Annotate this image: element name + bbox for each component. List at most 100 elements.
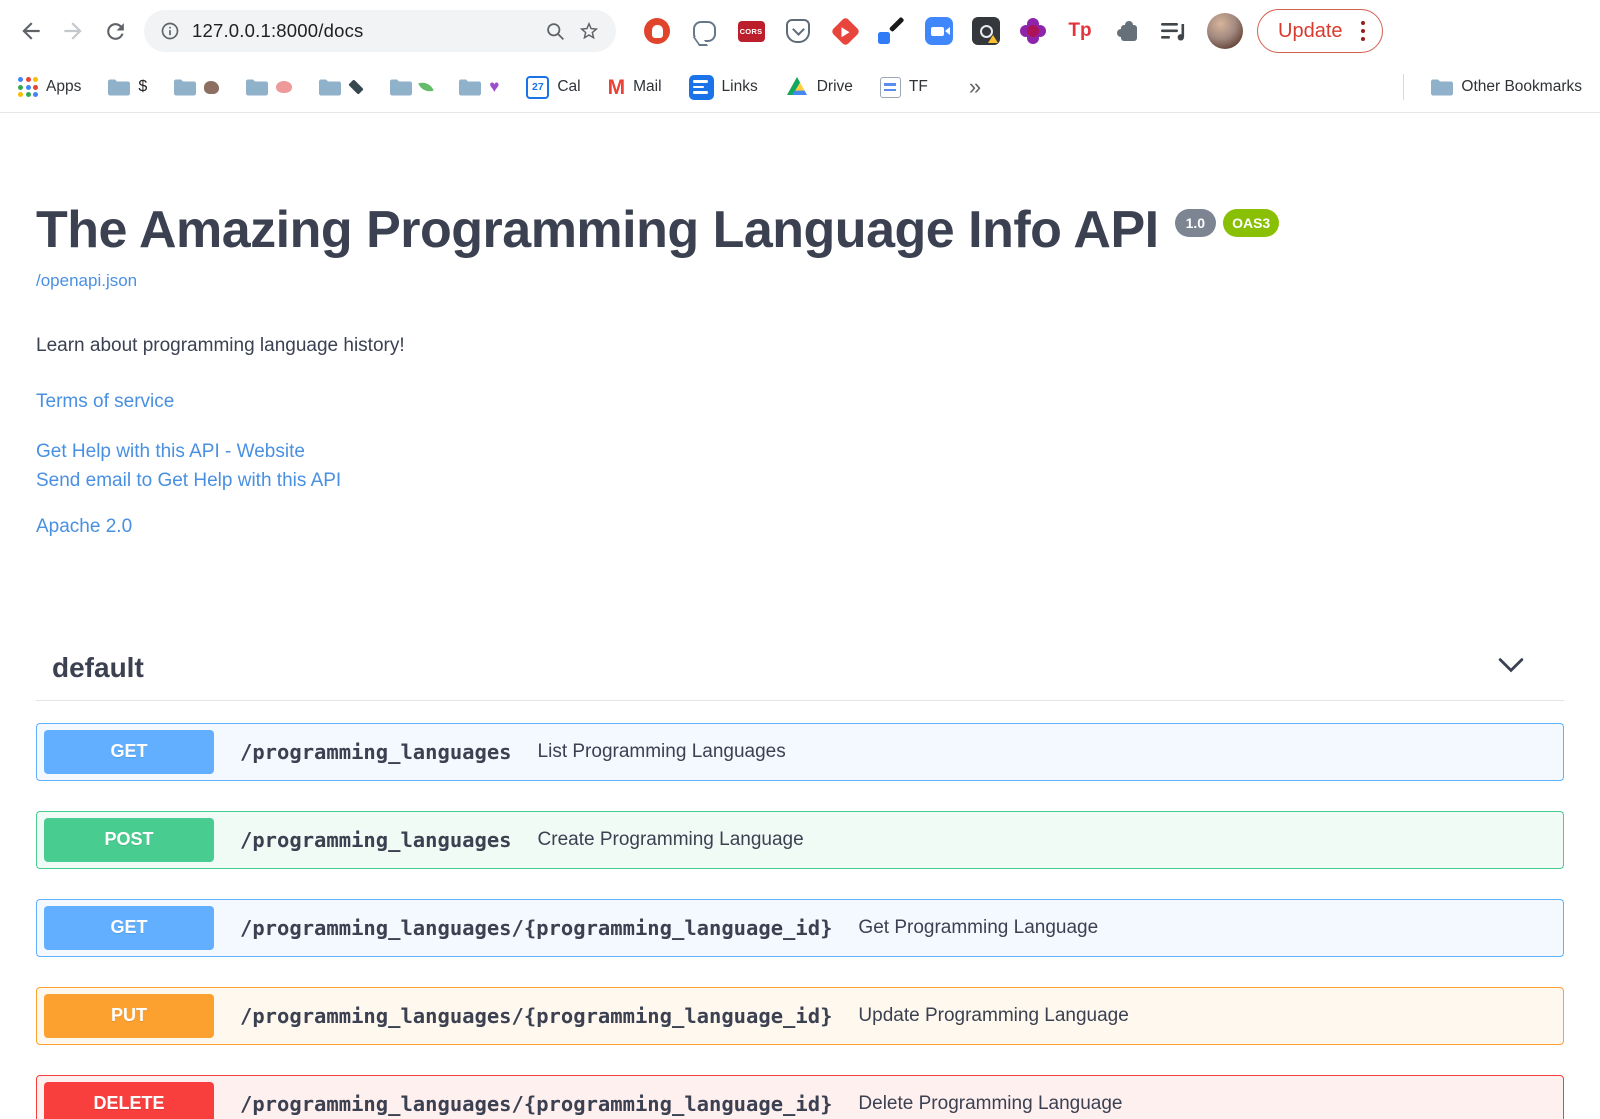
bookmark-label: Mail	[633, 78, 662, 95]
browser-menu-icon[interactable]	[1357, 17, 1370, 46]
endpoint-row-update-language[interactable]: PUT /programming_languages/{programming_…	[36, 986, 1564, 1045]
bookmark-label: TF	[908, 78, 928, 95]
contact-website-link[interactable]: Get Help with this API - Website	[36, 441, 1564, 463]
bookmark-star-icon[interactable]	[578, 20, 600, 42]
url-text[interactable]: 127.0.0.1:8000/docs	[192, 20, 533, 42]
bookmark-label: Drive	[816, 78, 853, 95]
reload-button[interactable]	[94, 10, 136, 52]
redirect-extension-icon[interactable]	[830, 16, 860, 46]
method-badge: POST	[44, 817, 214, 862]
graduation-cap-emoji-icon	[348, 79, 364, 95]
folder-icon	[319, 79, 342, 95]
page-title: The Amazing Programming Language Info AP…	[36, 201, 1159, 259]
forward-arrow-icon	[64, 22, 82, 40]
endpoint-path: /programming_languages/{programming_lang…	[240, 915, 833, 940]
bookmark-label: Other Bookmarks	[1461, 78, 1582, 95]
cors-badge-icon: CORS	[737, 20, 765, 42]
drive-icon	[786, 77, 807, 95]
horse-emoji-icon	[204, 80, 220, 94]
site-info-icon[interactable]	[160, 21, 180, 41]
bookmark-tf[interactable]: TF	[879, 76, 928, 98]
section-title: default	[52, 651, 144, 683]
bookmark-folder-plant[interactable]	[390, 79, 434, 96]
bookmark-drive[interactable]: Drive	[785, 76, 853, 98]
browser-toolbar: 127.0.0.1:8000/docs CORS Tp Update	[0, 0, 1600, 62]
bookmark-links[interactable]: Links	[688, 74, 758, 100]
endpoint-row-create-language[interactable]: POST /programming_languages Create Progr…	[36, 810, 1564, 869]
endpoint-path: /programming_languages/{programming_lang…	[240, 1003, 833, 1028]
folder-icon	[246, 79, 269, 95]
zoom-extension-icon[interactable]	[924, 16, 954, 46]
endpoint-row-list-languages[interactable]: GET /programming_languages List Programm…	[36, 722, 1564, 781]
chat-extension-icon[interactable]	[689, 16, 719, 46]
flower-extension-icon[interactable]	[1018, 16, 1048, 46]
endpoint-path: /programming_languages	[240, 739, 512, 764]
back-button[interactable]	[10, 10, 52, 52]
contact-email-link[interactable]: Send email to Get Help with this API	[36, 470, 1564, 492]
tp-extension-icon[interactable]: Tp	[1065, 16, 1095, 46]
oas-badge: OAS3	[1223, 209, 1280, 237]
endpoint-row-get-language[interactable]: GET /programming_languages/{programming_…	[36, 898, 1564, 957]
update-button[interactable]: Update	[1257, 9, 1383, 53]
calendar-icon: 27	[526, 75, 550, 99]
bookmark-label: $	[138, 78, 148, 95]
version-badge: 1.0	[1174, 209, 1217, 237]
content-blocker-extension-icon[interactable]	[642, 16, 672, 46]
forward-button[interactable]	[52, 10, 94, 52]
bookmark-label: Links	[721, 78, 758, 95]
method-badge: PUT	[44, 993, 214, 1038]
bookmark-folder-heart[interactable]: ♥	[459, 77, 499, 97]
other-bookmarks[interactable]: Other Bookmarks	[1431, 78, 1582, 96]
api-description: Learn about programming language history…	[36, 334, 405, 356]
bookmark-folder-graduation[interactable]	[319, 79, 364, 96]
address-bar[interactable]: 127.0.0.1:8000/docs	[144, 10, 616, 52]
list-icon	[688, 74, 714, 100]
folder-icon	[174, 79, 197, 95]
method-badge: GET	[44, 729, 214, 774]
endpoint-summary: Update Programming Language	[858, 1004, 1129, 1026]
speech-bubble-icon	[692, 20, 716, 42]
video-camera-icon	[925, 17, 953, 45]
bookmark-calendar[interactable]: 27 Cal	[526, 75, 581, 99]
terms-of-service-link[interactable]: Terms of service	[36, 391, 1564, 413]
bookmark-folder-brain[interactable]	[246, 79, 293, 96]
bookmark-gmail[interactable]: M Mail	[608, 77, 662, 98]
puzzle-icon	[1117, 21, 1137, 41]
pocket-extension-icon[interactable]	[783, 16, 813, 46]
endpoint-summary: Delete Programming Language	[858, 1092, 1123, 1114]
zoom-icon[interactable]	[545, 21, 566, 42]
save-badge-icon	[786, 19, 810, 43]
folder-icon	[108, 79, 131, 95]
endpoint-summary: List Programming Languages	[537, 740, 786, 762]
profile-avatar[interactable]	[1207, 13, 1243, 49]
eyedropper-icon	[888, 16, 905, 32]
endpoint-row-delete-language[interactable]: DELETE /programming_languages/{programmi…	[36, 1074, 1564, 1119]
operations-list: GET /programming_languages List Programm…	[36, 722, 1564, 1119]
gmail-icon: M	[607, 75, 626, 99]
license-link[interactable]: Apache 2.0	[36, 516, 1564, 538]
endpoint-path: /programming_languages	[240, 827, 512, 852]
chevron-down-icon[interactable]	[1474, 653, 1548, 682]
folder-icon	[1431, 79, 1454, 95]
tp-logo: Tp	[1068, 20, 1092, 41]
extensions-menu-button[interactable]	[1112, 16, 1142, 46]
apps-grid-icon	[18, 77, 38, 97]
endpoint-path: /programming_languages/{programming_lang…	[240, 1091, 833, 1116]
bookmark-apps[interactable]: Apps	[18, 77, 81, 97]
cors-extension-icon[interactable]: CORS	[736, 16, 766, 46]
bookmark-folder-horse[interactable]	[174, 79, 220, 96]
tag-section-default[interactable]: default	[36, 644, 1564, 701]
openapi-spec-link[interactable]: /openapi.json	[36, 271, 137, 291]
brain-emoji-icon	[276, 81, 293, 93]
bookmark-folder-dollar[interactable]: $	[108, 78, 147, 96]
devtools-extension-icon[interactable]	[971, 16, 1001, 46]
endpoint-summary: Create Programming Language	[537, 828, 804, 850]
media-queue-button[interactable]	[1159, 16, 1189, 46]
music-queue-icon	[1161, 23, 1185, 41]
method-badge: DELETE	[44, 1081, 214, 1119]
flower-icon	[1027, 25, 1039, 37]
plant-emoji-icon	[418, 79, 434, 95]
bookmarks-overflow-chevron[interactable]: »	[969, 74, 981, 100]
bookmarks-divider	[1403, 74, 1405, 100]
colorpicker-extension-icon[interactable]	[877, 16, 907, 46]
